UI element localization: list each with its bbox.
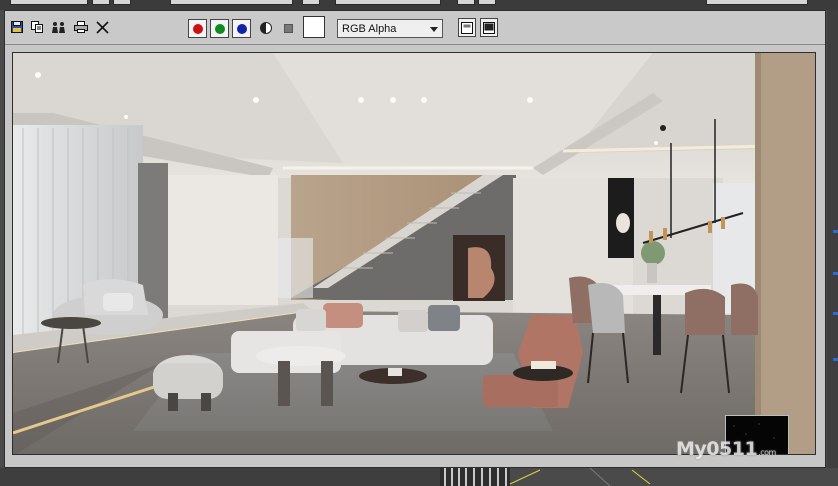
clear-icon[interactable] <box>94 19 110 35</box>
cut-control[interactable] <box>302 0 320 5</box>
watermark-suffix: .com <box>758 448 776 457</box>
monochrome-icon[interactable] <box>284 24 293 33</box>
frame-buffer-toolbar: RGB Alpha <box>5 11 825 45</box>
red-channel-button[interactable] <box>188 19 207 38</box>
cut-control[interactable] <box>457 0 475 5</box>
cut-control[interactable] <box>706 0 808 5</box>
channel-select-value: RGB Alpha <box>342 22 397 35</box>
rendered-frame-window: RGB Alpha My0511.com <box>0 0 838 486</box>
cut-control[interactable] <box>10 0 88 5</box>
frame-buffer-panel: RGB Alpha <box>4 10 826 468</box>
red-dot-icon <box>192 23 203 34</box>
print-icon[interactable] <box>73 19 89 35</box>
rendered-image-viewport <box>12 52 816 455</box>
channel-select[interactable]: RGB Alpha <box>337 19 443 38</box>
scroll-marker <box>833 230 838 233</box>
cut-control[interactable] <box>92 0 110 5</box>
green-channel-button[interactable] <box>210 19 229 38</box>
alpha-channel-icon[interactable] <box>260 22 272 34</box>
color-swatch[interactable] <box>303 16 325 38</box>
scroll-marker <box>833 312 838 315</box>
living-room-render <box>13 53 815 454</box>
right-scroll-edge[interactable] <box>827 10 838 468</box>
window-icon <box>461 21 473 34</box>
bottom-viewport-strip <box>0 468 838 486</box>
blue-channel-button[interactable] <box>232 19 251 38</box>
scroll-marker <box>833 358 838 361</box>
cut-control[interactable] <box>478 0 496 5</box>
scroll-marker <box>833 272 838 275</box>
view-mode-button-2[interactable] <box>480 18 498 37</box>
cut-control[interactable] <box>113 0 131 5</box>
top-controls-strip <box>0 0 838 10</box>
display-icon <box>483 21 495 34</box>
view-mode-button-1[interactable] <box>458 18 476 37</box>
cut-control[interactable] <box>335 0 441 5</box>
save-icon[interactable] <box>9 19 25 35</box>
copy-icon[interactable] <box>29 19 45 35</box>
green-dot-icon <box>214 23 225 34</box>
cut-control[interactable] <box>170 0 293 5</box>
clone-icon[interactable] <box>51 19 67 35</box>
watermark-text: My0511 <box>676 438 758 460</box>
chevron-down-icon <box>430 27 438 32</box>
blue-dot-icon <box>236 23 247 34</box>
watermark: My0511.com <box>676 438 776 460</box>
